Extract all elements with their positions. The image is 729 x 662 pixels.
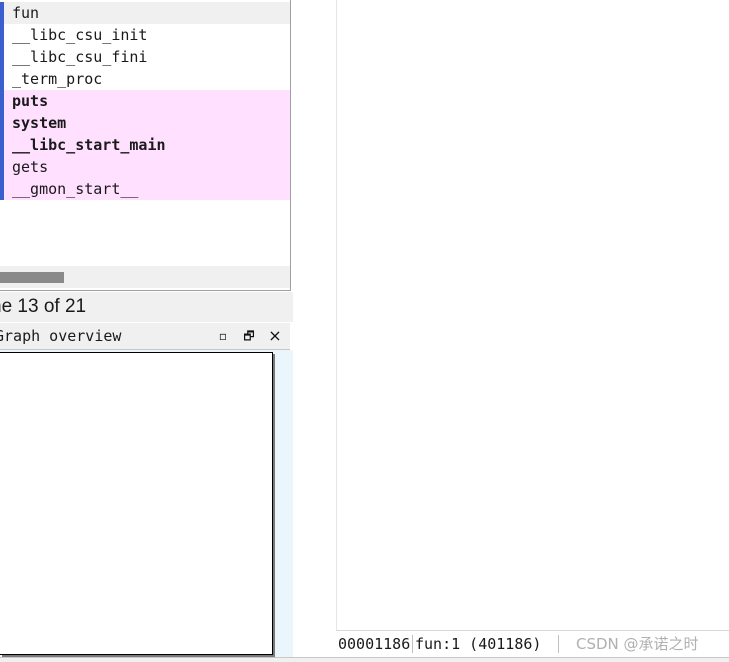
- function-row[interactable]: __gmon_start__: [0, 178, 290, 200]
- function-row[interactable]: __libc_csu_init: [0, 24, 290, 46]
- status-separator: [412, 635, 413, 653]
- line-indicator-text: ne 13 of 21: [0, 296, 87, 317]
- line-indicator: ne 13 of 21: [0, 292, 293, 322]
- status-separator: [558, 635, 559, 653]
- function-name: __libc_start_main: [12, 136, 166, 154]
- function-row[interactable]: puts: [0, 90, 290, 112]
- function-row[interactable]: gets: [0, 156, 290, 178]
- function-name: __libc_csu_fini: [12, 48, 148, 66]
- function-name: __libc_csu_init: [12, 26, 148, 44]
- function-name: system: [12, 114, 67, 132]
- view-divider: [336, 0, 337, 630]
- functions-panel: fun __libc_csu_init __libc_csu_fini _ter…: [0, 0, 291, 291]
- graph-overview-canvas[interactable]: [0, 352, 273, 655]
- functions-list-empty-area: [0, 200, 290, 264]
- watermark-text: CSDN @承诺之时: [576, 635, 699, 653]
- function-row[interactable]: __libc_start_main: [0, 134, 290, 156]
- window-bottom-edge: [0, 657, 729, 662]
- function-name: __gmon_start__: [12, 180, 139, 198]
- function-row[interactable]: _term_proc: [0, 68, 290, 90]
- restore-icon[interactable]: ▫: [214, 327, 232, 345]
- function-row[interactable]: __libc_csu_fini: [0, 46, 290, 68]
- graph-overview-title: Graph overview: [0, 327, 122, 345]
- graph-overview-area: [0, 350, 293, 658]
- function-row[interactable]: system: [0, 112, 290, 134]
- status-location: fun:1 (401186): [415, 635, 542, 653]
- status-bar: 00001186 fun:1 (401186) CSDN @承诺之时: [336, 630, 729, 657]
- scrollbar-thumb[interactable]: [0, 272, 64, 283]
- function-row[interactable]: fun: [0, 2, 290, 24]
- status-address: 00001186: [338, 635, 411, 653]
- function-name: fun: [12, 4, 40, 22]
- functions-horizontal-scrollbar[interactable]: [0, 266, 290, 288]
- graph-overview-header: Graph overview ▫ 🗗 ×: [0, 323, 290, 350]
- function-name: puts: [12, 92, 49, 110]
- function-name: _term_proc: [12, 70, 103, 88]
- float-window-icon[interactable]: 🗗: [240, 327, 258, 345]
- disassembly-view[interactable]: [293, 0, 729, 630]
- function-name: gets: [12, 158, 49, 176]
- close-icon[interactable]: ×: [266, 327, 284, 345]
- functions-list: fun __libc_csu_init __libc_csu_fini _ter…: [0, 2, 290, 200]
- ida-window: fun __libc_csu_init __libc_csu_fini _ter…: [0, 0, 729, 662]
